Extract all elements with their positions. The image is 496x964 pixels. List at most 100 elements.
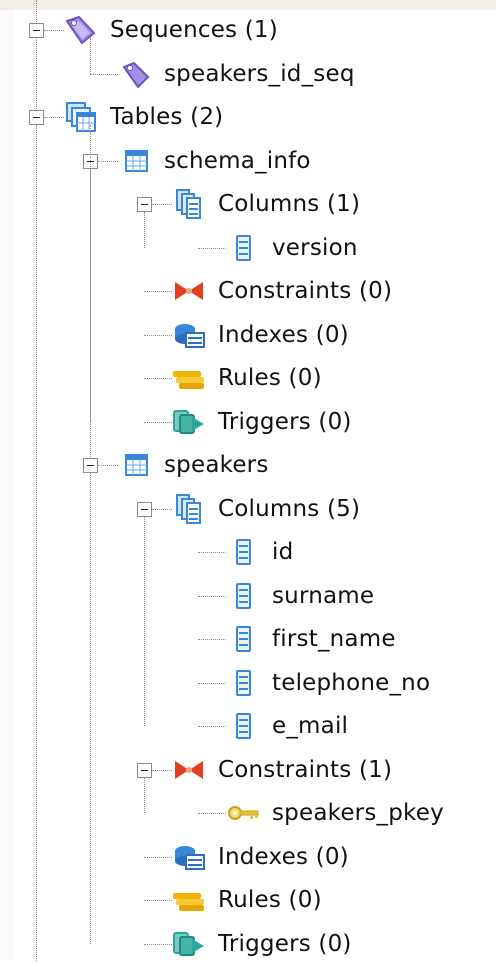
tree-node-rules-label: Rules (0): [218, 365, 322, 391]
tree-node-column[interactable]: version: [226, 228, 358, 268]
tree-node-triggers[interactable]: Triggers (0): [172, 402, 352, 442]
tree-node-indexes-label: Indexes (0): [218, 843, 349, 870]
tree-node-indexes[interactable]: Indexes (0): [172, 315, 349, 355]
indexes-icon: [172, 842, 206, 872]
tree-connector-line: [198, 813, 226, 814]
tree-node-columns-label: Columns (5): [218, 495, 361, 522]
object-browser-tree[interactable]: Sequences (1) speakers_id_seq Tables (2) sc…: [0, 0, 496, 961]
tree-connector-line: [144, 900, 172, 901]
tree-connector-line: [44, 117, 64, 118]
tree-connector-line: [98, 160, 118, 162]
tree-connector-line: [198, 595, 226, 597]
tree-node-primary-key-label: speakers_pkey: [272, 800, 444, 826]
tree-node-rules[interactable]: Rules (0): [172, 880, 322, 920]
column-icon: [226, 581, 260, 611]
tree-connector-line: [144, 378, 172, 379]
tree-node-table[interactable]: speakers: [118, 445, 269, 485]
tree-node-columns-collapse-toggle[interactable]: [137, 197, 152, 212]
triggers-icon: [172, 407, 206, 437]
tree-node-column[interactable]: id: [226, 532, 293, 572]
sequences-icon: [64, 15, 98, 45]
tree-connector-line: [90, 473, 91, 944]
tree-node-columns[interactable]: Columns (1): [172, 184, 360, 224]
table-icon: [118, 146, 152, 176]
table-icon: [118, 450, 152, 480]
tree-node-column[interactable]: surname: [226, 576, 374, 616]
tree-node-sequence[interactable]: speakers_id_seq: [118, 54, 355, 94]
tree-node-constraints[interactable]: Constraints (0): [172, 271, 392, 311]
tree-node-table-label: speakers: [164, 452, 269, 478]
tree-connector-line: [90, 73, 118, 75]
tree-connector-line: [144, 943, 172, 945]
tree-node-table[interactable]: schema_info: [118, 141, 311, 181]
constraints-icon: [172, 755, 206, 785]
tree-node-tables-collapse-toggle[interactable]: [29, 110, 44, 125]
tree-node-constraints-label: Constraints (1): [218, 756, 393, 783]
tree-node-sequence-label: speakers_id_seq: [164, 60, 355, 87]
tree-connector-line: [198, 247, 226, 249]
triggers-icon: [172, 929, 206, 959]
tree-connector-line: [144, 291, 172, 292]
tree-node-indexes[interactable]: Indexes (0): [172, 837, 349, 877]
tree-connector-line: [44, 30, 64, 31]
tree-node-column-label: version: [272, 234, 358, 261]
tree-node-sequences-label: Sequences (1): [110, 17, 278, 43]
tree-node-column-label: e_mail: [272, 713, 349, 739]
tree-connector-line: [152, 204, 172, 205]
column-icon: [226, 233, 260, 263]
tree-connector-line: [36, 0, 37, 22]
tables-icon: [64, 102, 98, 132]
tree-connector-line: [144, 421, 172, 423]
tree-node-tables[interactable]: Tables (2): [64, 97, 223, 137]
tree-connector-line: [144, 856, 172, 858]
columns-icon: [172, 493, 206, 524]
tree-node-column-label: telephone_no: [272, 669, 431, 696]
tree-node-columns[interactable]: Columns (5): [172, 489, 360, 529]
sequence-icon: [118, 59, 152, 89]
tree-node-constraints-label: Constraints (0): [218, 278, 393, 304]
rules-icon: [172, 363, 206, 393]
tree-node-primary-key[interactable]: speakers_pkey: [226, 793, 444, 833]
indexes-icon: [172, 320, 206, 350]
tree-node-column-label: first_name: [272, 626, 396, 652]
tree-connector-line: [36, 125, 37, 961]
tree-node-table-label: schema_info: [164, 147, 311, 174]
tree-node-rules[interactable]: Rules (0): [172, 358, 322, 398]
tree-connector-line: [198, 682, 226, 684]
tree-connector-line: [144, 516, 145, 726]
columns-icon: [172, 189, 206, 219]
column-icon: [226, 711, 260, 741]
column-icon: [226, 668, 260, 698]
tree-node-constraints[interactable]: Constraints (1): [172, 750, 392, 790]
column-icon: [226, 537, 260, 567]
tree-node-column-label: id: [272, 539, 294, 565]
column-icon: [226, 624, 260, 654]
tree-connector-line: [36, 38, 37, 109]
tree-connector-line: [198, 639, 226, 640]
tree-node-triggers[interactable]: Triggers (0): [172, 924, 352, 964]
tree-node-tables-label: Tables (2): [110, 104, 224, 130]
rules-icon: [172, 885, 206, 915]
tree-connector-line: [198, 552, 226, 553]
tree-connector-line: [144, 777, 145, 813]
tree-node-columns-label: Columns (1): [218, 191, 361, 217]
tree-node-triggers-label: Triggers (0): [218, 408, 352, 435]
tree-node-indexes-label: Indexes (0): [218, 321, 349, 348]
tree-node-triggers-label: Triggers (0): [218, 930, 352, 957]
tree-connector-line: [144, 334, 172, 336]
tree-connector-line: [152, 508, 172, 510]
tree-node-sequences-collapse-toggle[interactable]: [29, 23, 44, 38]
tree-connector-line: [144, 212, 145, 248]
tree-node-columns-collapse-toggle[interactable]: [137, 501, 152, 517]
tree-node-column-label: surname: [272, 582, 375, 609]
tree-node-column[interactable]: first_name: [226, 619, 396, 659]
constraints-icon: [172, 276, 206, 306]
tree-node-constraints-collapse-toggle[interactable]: [137, 762, 152, 778]
key-icon: [226, 798, 260, 828]
tree-node-sequences[interactable]: Sequences (1): [64, 10, 278, 50]
tree-node-column[interactable]: e_mail: [226, 706, 348, 746]
tree-connector-line: [90, 38, 91, 74]
tree-node-column[interactable]: telephone_no: [226, 663, 430, 703]
tree-node-table-collapse-toggle[interactable]: [83, 458, 98, 473]
tree-connector-line: [152, 769, 172, 771]
